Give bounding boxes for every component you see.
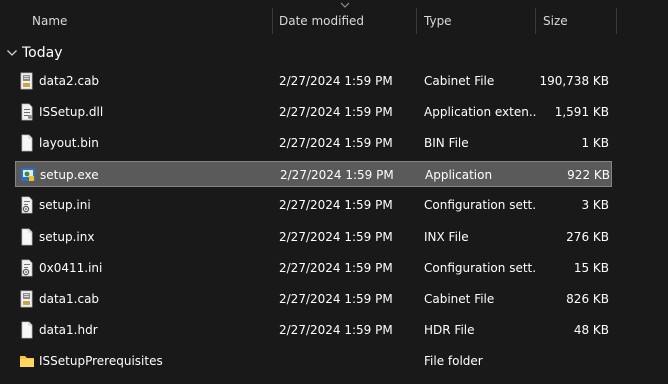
file-row[interactable]: 0x0411.ini 2/27/2024 1:59 PM Configuration… — [15, 255, 612, 281]
file-date-modified: 2/27/2024 1:59 PM — [279, 105, 393, 120]
file-name: 0x0411.ini — [39, 260, 103, 275]
file-type: Cabinet File — [424, 291, 495, 306]
file-name: setup.exe — [40, 168, 99, 183]
column-header-name[interactable]: Name — [32, 0, 67, 36]
file-name: data1.cab — [39, 291, 100, 306]
file-date-modified: 2/27/2024 1:59 PM — [279, 136, 393, 151]
column-divider[interactable] — [535, 8, 536, 34]
column-divider[interactable] — [416, 8, 417, 34]
file-size: 190,738 KB — [539, 74, 609, 88]
file-row[interactable]: layout.bin 2/27/2024 1:59 PM BIN File 1 KB — [15, 130, 612, 156]
file-type: Cabinet File — [424, 74, 495, 88]
folder-icon — [20, 355, 34, 367]
file-size — [536, 348, 609, 374]
column-header-date-modified[interactable]: Date modified — [279, 0, 364, 36]
file-type: INX File — [424, 229, 469, 244]
column-header-bar: Name Date modified Type Size — [0, 0, 668, 36]
file-row[interactable]: data2.cab 2/27/2024 1:59 PM Cabinet File 19… — [15, 68, 612, 94]
group-label: Today — [22, 45, 63, 61]
dll-file-icon — [21, 103, 33, 121]
file-date-modified: 2/27/2024 1:59 PM — [279, 74, 393, 88]
file-name: data1.hdr — [39, 322, 98, 337]
file-row[interactable]: setup.exe 2/27/2024 1:59 PM Application 922… — [15, 161, 612, 188]
file-row[interactable]: data1.cab 2/27/2024 1:59 PM Cabinet File 82… — [15, 286, 612, 312]
file-row[interactable]: ISSetupPrerequisites File folder — [15, 348, 612, 374]
file-type: Configuration sett... — [424, 198, 536, 213]
file-row[interactable]: data1.hdr 2/27/2024 1:59 PM HDR File 48 KB — [15, 317, 612, 343]
file-name: setup.ini — [39, 198, 91, 213]
column-header-type[interactable]: Type — [424, 0, 452, 36]
file-size: 276 KB — [566, 229, 609, 244]
file-row[interactable]: ISSetup.dll 2/27/2024 1:59 PM Application … — [15, 99, 612, 125]
file-type: BIN File — [424, 136, 469, 151]
file-name: ISSetupPrerequisites — [39, 353, 163, 368]
file-type: Application exten... — [424, 105, 536, 120]
file-size: 1 KB — [581, 136, 609, 151]
file-type: File folder — [424, 353, 483, 368]
cabinet-file-icon — [20, 290, 33, 308]
blank-file-icon — [21, 321, 33, 339]
file-size: 922 KB — [567, 168, 610, 183]
file-name: setup.inx — [39, 229, 95, 244]
file-row[interactable]: setup.inx 2/27/2024 1:59 PM INX File 276 KB — [15, 224, 612, 250]
file-size: 1,591 KB — [554, 105, 609, 120]
file-type: Application — [425, 168, 493, 183]
cabinet-file-icon — [20, 72, 33, 90]
column-divider[interactable] — [272, 8, 273, 34]
file-name: layout.bin — [39, 136, 99, 151]
blank-file-icon — [21, 134, 33, 152]
config-file-icon — [21, 196, 33, 214]
file-type: HDR File — [424, 322, 475, 337]
blank-file-icon — [21, 228, 33, 245]
file-size: 15 KB — [573, 260, 609, 275]
group-header-today[interactable]: Today — [0, 42, 660, 64]
file-date-modified: 2/27/2024 1:59 PM — [279, 291, 393, 306]
file-date-modified — [279, 348, 414, 374]
file-date-modified: 2/27/2024 1:59 PM — [279, 322, 393, 337]
file-name: data2.cab — [39, 74, 100, 88]
installer-exe-icon — [21, 168, 35, 182]
file-date-modified: 2/27/2024 1:59 PM — [280, 168, 394, 183]
file-size: 826 KB — [566, 291, 609, 306]
config-file-icon — [21, 259, 33, 276]
chevron-down-icon[interactable] — [6, 47, 18, 59]
file-row[interactable]: setup.ini 2/27/2024 1:59 PM Configuration … — [15, 192, 612, 218]
file-size: 48 KB — [573, 322, 609, 337]
file-date-modified: 2/27/2024 1:59 PM — [279, 198, 393, 213]
file-date-modified: 2/27/2024 1:59 PM — [279, 229, 393, 244]
file-type: Configuration sett... — [424, 260, 536, 275]
column-divider[interactable] — [616, 8, 617, 34]
file-date-modified: 2/27/2024 1:59 PM — [279, 260, 393, 275]
file-name: ISSetup.dll — [39, 105, 104, 120]
file-size: 3 KB — [581, 198, 609, 213]
column-header-size[interactable]: Size — [543, 0, 568, 36]
